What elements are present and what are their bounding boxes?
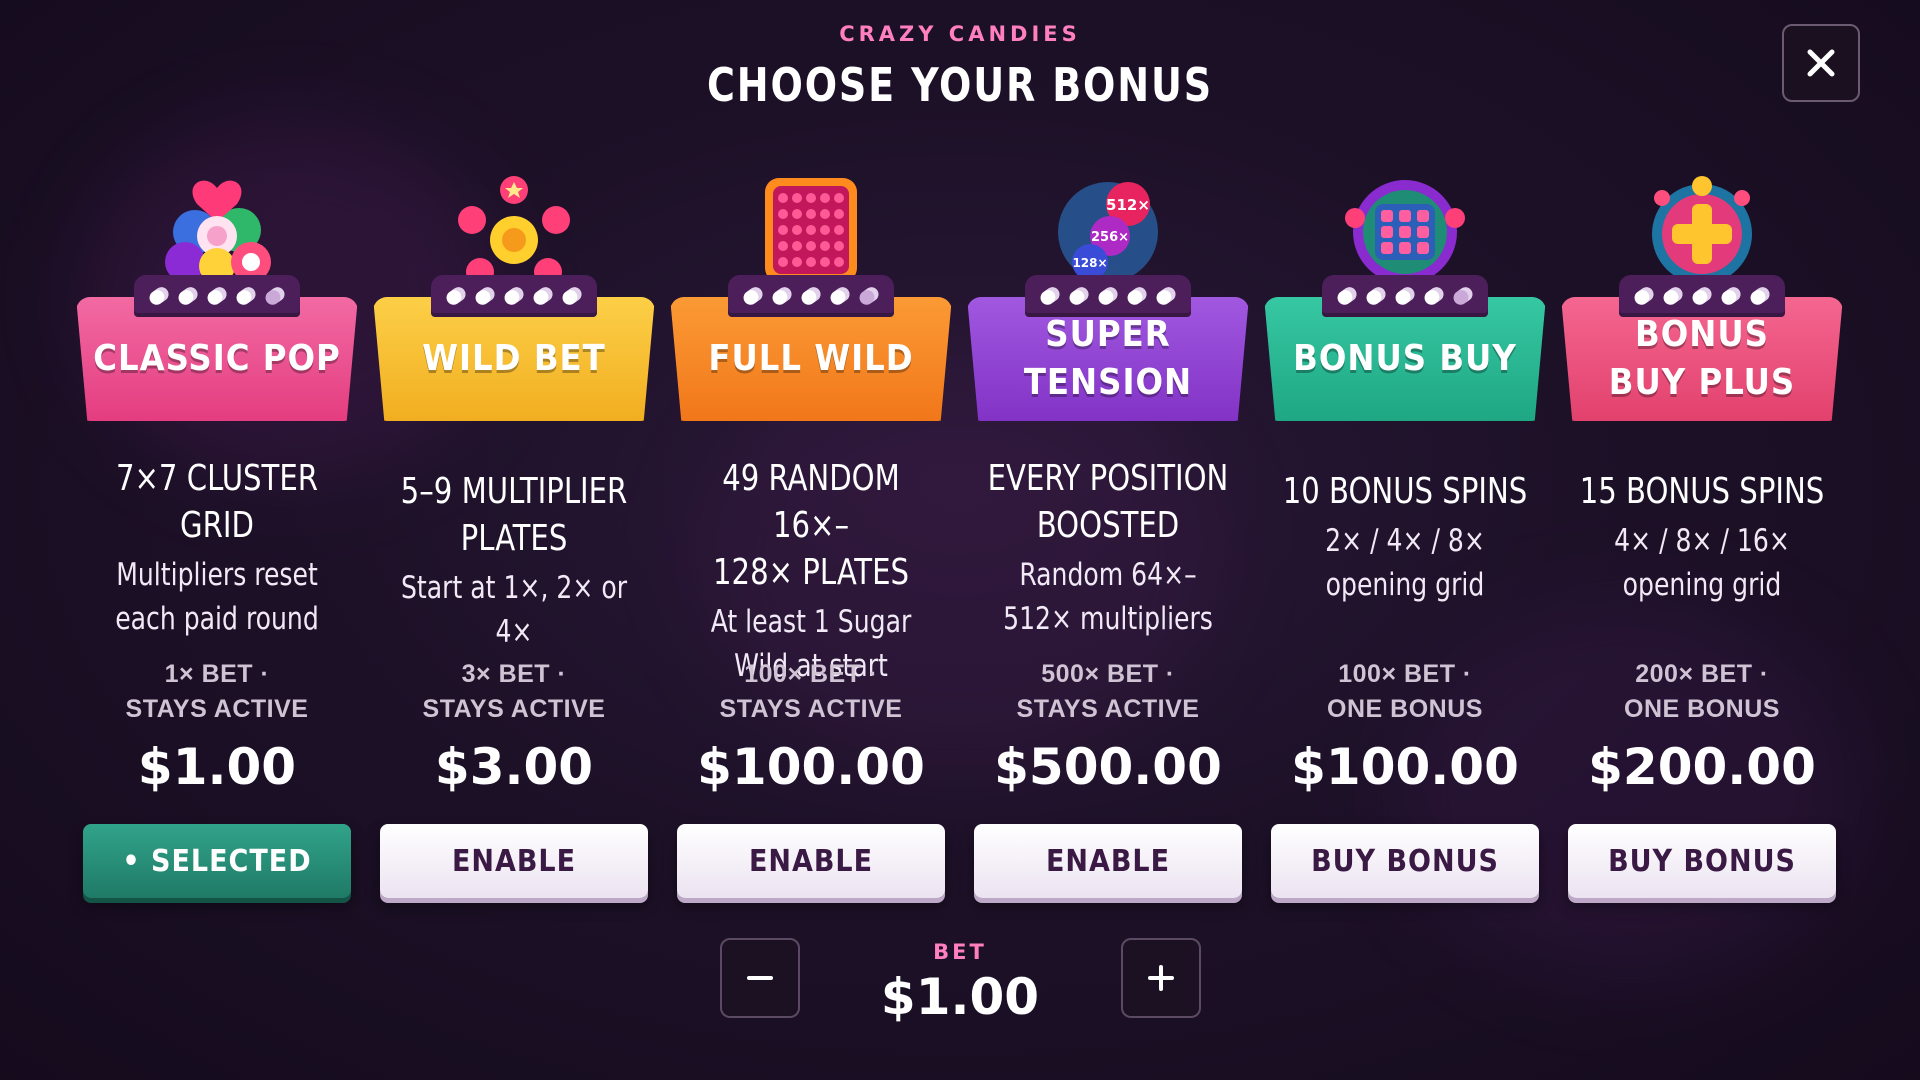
card-cost: 1× BET · STAYS ACTIVE [125, 660, 309, 723]
plus-icon [1148, 965, 1174, 991]
card-price: $3.00 [434, 738, 594, 796]
bet-control: BET $1.00 [0, 938, 1920, 1058]
multiplier-128: 128× [1072, 256, 1107, 270]
close-icon [1807, 49, 1835, 77]
multiplier-512: 512× [1106, 196, 1150, 214]
bonus-card-full-wild[interactable]: FULL WILD 49 RANDOM 16×– 128× PLATES At … [670, 170, 952, 910]
card-cost: 3× BET · STAYS ACTIVE [422, 660, 606, 723]
card-headline: 5–9 MULTIPLIER PLATES [400, 471, 628, 559]
card-cost: 100× BET · STAYS ACTIVE [719, 660, 903, 723]
wheel-grid-icon [1335, 170, 1475, 290]
close-button[interactable] [1782, 24, 1860, 102]
card-label: BONUS BUY [1293, 338, 1517, 379]
card-tab [134, 275, 300, 317]
card-description: Start at 1×, 2× or 4× [400, 570, 628, 650]
increase-bet-button[interactable] [1121, 938, 1201, 1018]
card-headline: 49 RANDOM 16×– 128× PLATES [712, 458, 910, 593]
selected-button[interactable]: • SELECTED [83, 824, 351, 898]
buy-bonus-button[interactable]: BUY BONUS [1568, 824, 1836, 898]
card-tab [1322, 275, 1488, 317]
card-tab [1025, 275, 1191, 317]
card-price: $200.00 [1588, 738, 1816, 796]
candy-grid-icon [741, 170, 881, 290]
multiplier-256: 256× [1091, 230, 1129, 245]
card-headline: 7×7 CLUSTER GRID [115, 458, 319, 546]
card-cost: 200× BET · ONE BONUS [1624, 660, 1780, 723]
card-headline: 15 BONUS SPINS [1579, 471, 1825, 512]
bonus-card-bonus-buy[interactable]: BONUS BUY 10 BONUS SPINS 2× / 4× / 8× op… [1264, 170, 1546, 910]
card-tab [431, 275, 597, 317]
enable-button[interactable]: ENABLE [677, 824, 945, 898]
bonus-card-bonus-buy-plus[interactable]: BONUS BUY PLUS 15 BONUS SPINS 4× / 8× / … [1561, 170, 1843, 910]
card-headline: EVERY POSITION BOOSTED [987, 458, 1229, 546]
buy-bonus-button[interactable]: BUY BONUS [1271, 824, 1539, 898]
enable-button[interactable]: ENABLE [380, 824, 648, 898]
card-label: BONUS BUY PLUS [1608, 314, 1796, 403]
bet-label: BET [933, 940, 987, 964]
card-price: $100.00 [697, 738, 925, 796]
multiplier-orbs-icon: 512× 256× 128× [1038, 170, 1178, 290]
star-candies-icon [444, 170, 584, 290]
header: CRAZY CANDIES CHOOSE YOUR BONUS [0, 22, 1920, 112]
card-description: 4× / 8× / 16× opening grid [1614, 523, 1790, 603]
bonus-cards: CLASSIC POP 7×7 CLUSTER GRID Multipliers… [76, 170, 1856, 910]
card-price: $100.00 [1291, 738, 1519, 796]
card-label: FULL WILD [708, 338, 914, 379]
card-price: $1.00 [137, 738, 297, 796]
card-label: WILD BET [422, 338, 606, 379]
card-description: 2× / 4× / 8× opening grid [1325, 523, 1485, 603]
card-cost: 100× BET · ONE BONUS [1327, 660, 1483, 723]
bonus-card-wild-bet[interactable]: WILD BET 5–9 MULTIPLIER PLATES Start at … [373, 170, 655, 910]
card-description: Random 64×– 512× multipliers [1003, 557, 1213, 637]
candy-pile-icon [147, 170, 287, 290]
bonus-card-super-tension[interactable]: 512× 256× 128× SUPER TENSION EVERY POSIT… [967, 170, 1249, 910]
game-name: CRAZY CANDIES [839, 22, 1081, 46]
enable-button[interactable]: ENABLE [974, 824, 1242, 898]
card-cost: 500× BET · STAYS ACTIVE [1016, 660, 1200, 723]
card-tab [728, 275, 894, 317]
bet-value: $1.00 [880, 968, 1040, 1026]
card-description: Multipliers reset each paid round [115, 557, 319, 637]
golden-cross-icon [1632, 170, 1772, 290]
card-headline: 10 BONUS SPINS [1282, 471, 1528, 512]
card-tab [1619, 275, 1785, 317]
card-label: SUPER TENSION [1023, 314, 1193, 403]
bonus-card-classic-pop[interactable]: CLASSIC POP 7×7 CLUSTER GRID Multipliers… [76, 170, 358, 910]
card-price: $500.00 [994, 738, 1222, 796]
page-title: CHOOSE YOUR BONUS [707, 58, 1213, 112]
card-label: CLASSIC POP [93, 338, 341, 379]
